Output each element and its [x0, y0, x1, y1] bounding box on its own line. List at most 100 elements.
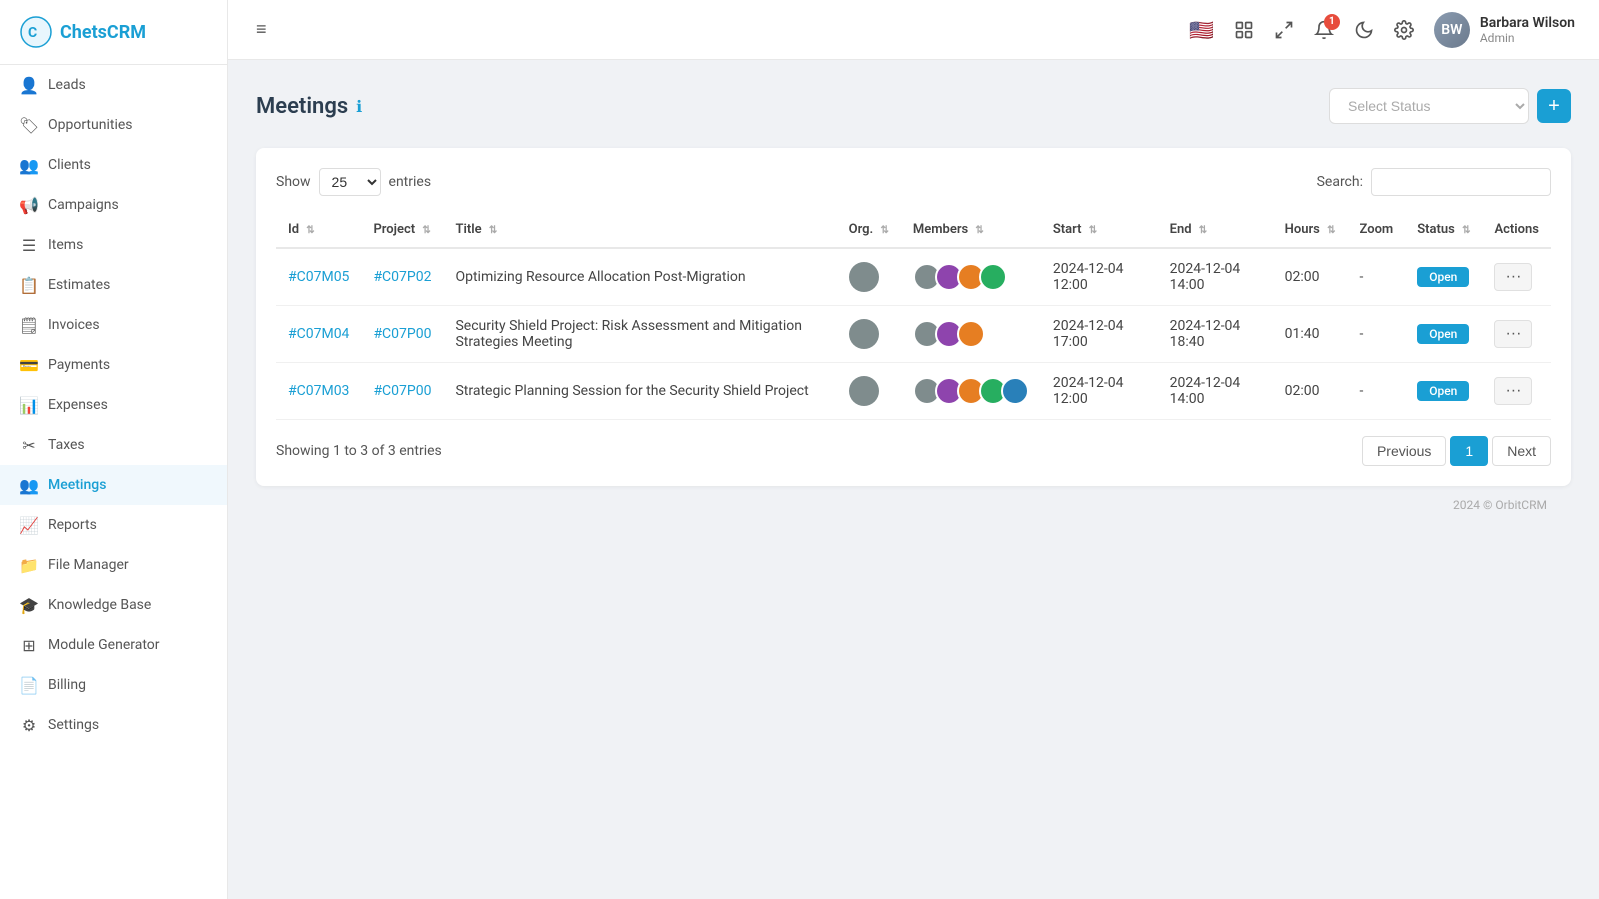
sidebar-item-items[interactable]: ☰ Items — [0, 225, 227, 265]
member-avatar — [957, 320, 985, 348]
sidebar-item-leads[interactable]: 👤 Leads — [0, 65, 227, 105]
cell-members — [901, 306, 1041, 363]
page-1-button[interactable]: 1 — [1450, 436, 1488, 466]
col-status[interactable]: Status ⇅ — [1405, 212, 1482, 248]
sidebar-label-items: Items — [48, 237, 83, 253]
org-avatar — [849, 376, 879, 406]
cell-actions: ··· — [1482, 363, 1551, 420]
col-title[interactable]: Title ⇅ — [443, 212, 836, 248]
meeting-id-link[interactable]: #C07M03 — [288, 383, 349, 399]
col-project[interactable]: Project ⇅ — [361, 212, 443, 248]
settings-gear-icon[interactable] — [1394, 20, 1414, 40]
cell-zoom: - — [1347, 363, 1405, 420]
sidebar-item-meetings[interactable]: 👥 Meetings — [0, 465, 227, 505]
sidebar-item-module-generator[interactable]: ⊞ Module Generator — [0, 625, 227, 665]
cell-start: 2024-12-04 12:00 — [1041, 363, 1158, 420]
expenses-icon: 📊 — [20, 396, 38, 414]
sidebar-item-clients[interactable]: 👥 Clients — [0, 145, 227, 185]
user-info[interactable]: BW Barbara Wilson Admin — [1434, 12, 1575, 48]
cell-members — [901, 363, 1041, 420]
fullscreen-icon[interactable] — [1274, 20, 1294, 40]
sidebar-item-invoices[interactable]: 🗒 Invoices — [0, 305, 227, 345]
info-icon[interactable]: ℹ — [356, 97, 362, 116]
notification-icon[interactable]: 1 — [1314, 20, 1334, 40]
col-org[interactable]: Org. ⇅ — [837, 212, 901, 248]
sidebar-label-clients: Clients — [48, 157, 91, 173]
svg-text:C: C — [28, 25, 37, 41]
sidebar-label-estimates: Estimates — [48, 277, 110, 293]
page-header: Meetings ℹ Select Status Open Closed Pen… — [256, 88, 1571, 124]
pagination-area: Showing 1 to 3 of 3 entries Previous 1 N… — [276, 436, 1551, 466]
table-container: Show 25 10 50 100 entries Search: — [256, 148, 1571, 486]
meetings-icon: 👥 — [20, 476, 38, 494]
apps-icon[interactable] — [1234, 20, 1254, 40]
show-entries: Show 25 10 50 100 entries — [276, 168, 431, 196]
project-link[interactable]: #C07P02 — [373, 269, 431, 285]
logo-text: ChetsCRM — [60, 22, 146, 43]
header-left: ≡ — [252, 15, 271, 44]
status-badge: Open — [1417, 324, 1469, 344]
user-name: Barbara Wilson — [1480, 15, 1575, 31]
cell-title: Security Shield Project: Risk Assessment… — [443, 306, 836, 363]
project-link[interactable]: #C07P00 — [373, 383, 431, 399]
settings-icon: ⚙ — [20, 716, 38, 734]
sidebar-item-taxes[interactable]: ✂ Taxes — [0, 425, 227, 465]
col-hours[interactable]: Hours ⇅ — [1273, 212, 1348, 248]
sidebar-item-knowledge-base[interactable]: 🎓 Knowledge Base — [0, 585, 227, 625]
page-title-group: Meetings ℹ — [256, 94, 362, 119]
header-right: 🇺🇸 1 — [1189, 12, 1575, 48]
sidebar-item-reports[interactable]: 📈 Reports — [0, 505, 227, 545]
showing-info: Showing 1 to 3 of 3 entries — [276, 443, 442, 459]
hamburger-button[interactable]: ≡ — [252, 15, 271, 44]
row-action-button[interactable]: ··· — [1494, 263, 1532, 291]
meeting-id-link[interactable]: #C07M05 — [288, 269, 349, 285]
search-input[interactable] — [1371, 168, 1551, 196]
sidebar-item-payments[interactable]: 💳 Payments — [0, 345, 227, 385]
sidebar-label-taxes: Taxes — [48, 437, 85, 453]
sidebar-item-estimates[interactable]: 📋 Estimates — [0, 265, 227, 305]
col-members[interactable]: Members ⇅ — [901, 212, 1041, 248]
next-button[interactable]: Next — [1492, 436, 1551, 466]
org-avatar — [849, 319, 879, 349]
page-header-actions: Select Status Open Closed Pending + — [1329, 88, 1571, 124]
sidebar-item-opportunities[interactable]: 🏷 Opportunities — [0, 105, 227, 145]
sidebar-label-reports: Reports — [48, 517, 97, 533]
cell-status: Open — [1405, 248, 1482, 306]
flag-icon[interactable]: 🇺🇸 — [1189, 18, 1214, 42]
table-header: Id ⇅ Project ⇅ Title ⇅ Org. ⇅ Members ⇅ … — [276, 212, 1551, 248]
col-id[interactable]: Id ⇅ — [276, 212, 361, 248]
sidebar-label-campaigns: Campaigns — [48, 197, 119, 213]
meeting-id-link[interactable]: #C07M04 — [288, 326, 349, 342]
previous-button[interactable]: Previous — [1362, 436, 1446, 466]
cell-start: 2024-12-04 12:00 — [1041, 248, 1158, 306]
project-link[interactable]: #C07P00 — [373, 326, 431, 342]
cell-hours: 01:40 — [1273, 306, 1348, 363]
cell-end: 2024-12-04 14:00 — [1158, 363, 1273, 420]
table-row: #C07M04 #C07P00 Security Shield Project:… — [276, 306, 1551, 363]
cell-project: #C07P00 — [361, 363, 443, 420]
status-select[interactable]: Select Status Open Closed Pending — [1329, 88, 1529, 124]
sidebar-item-settings[interactable]: ⚙ Settings — [0, 705, 227, 745]
row-action-button[interactable]: ··· — [1494, 377, 1532, 405]
pagination: Previous 1 Next — [1362, 436, 1551, 466]
reports-icon: 📈 — [20, 516, 38, 534]
entries-select[interactable]: 25 10 50 100 — [319, 168, 381, 196]
dark-mode-icon[interactable] — [1354, 20, 1374, 40]
avatar-initials: BW — [1434, 12, 1470, 48]
col-zoom: Zoom — [1347, 212, 1405, 248]
sidebar-item-file-manager[interactable]: 📁 File Manager — [0, 545, 227, 585]
col-end[interactable]: End ⇅ — [1158, 212, 1273, 248]
col-start[interactable]: Start ⇅ — [1041, 212, 1158, 248]
sidebar-label-settings: Settings — [48, 717, 99, 733]
row-action-button[interactable]: ··· — [1494, 320, 1532, 348]
logo-icon: C — [20, 16, 52, 48]
user-details: Barbara Wilson Admin — [1480, 15, 1575, 45]
header: ≡ 🇺🇸 1 — [228, 0, 1599, 60]
sidebar-item-expenses[interactable]: 📊 Expenses — [0, 385, 227, 425]
sidebar-item-campaigns[interactable]: 📢 Campaigns — [0, 185, 227, 225]
notification-badge: 1 — [1324, 14, 1340, 30]
cell-title: Strategic Planning Session for the Secur… — [443, 363, 836, 420]
add-button[interactable]: + — [1537, 89, 1571, 123]
sidebar-item-billing[interactable]: 📄 Billing — [0, 665, 227, 705]
show-label: Show — [276, 174, 311, 190]
